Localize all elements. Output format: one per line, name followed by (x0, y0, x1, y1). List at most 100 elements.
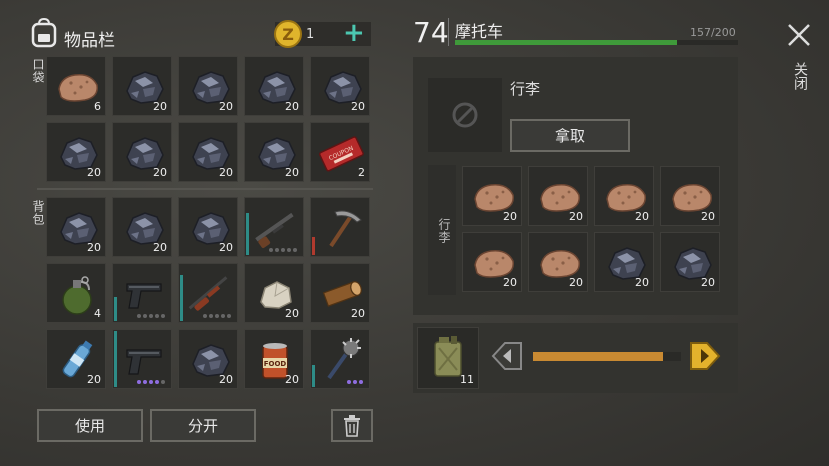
item-qty: 20 (569, 276, 583, 289)
quality-dots (137, 314, 165, 318)
durability-bar (246, 213, 249, 255)
inventory-title: 物品栏 (64, 31, 115, 51)
backpack-label: 背包 (31, 200, 45, 226)
quality-dots (347, 380, 363, 384)
add-coins-button[interactable]: + (343, 19, 365, 47)
shotgun-icon (255, 212, 294, 249)
backpack-slot[interactable] (112, 263, 172, 323)
pocket-slot[interactable]: 20 (112, 122, 172, 182)
item-qty: 2 (358, 166, 365, 179)
coin-count: 1 (306, 27, 315, 42)
backpack-icon (31, 18, 57, 48)
item-qty: 20 (153, 241, 167, 254)
pocket-slot[interactable]: 6 (46, 56, 106, 116)
item-qty: 20 (87, 166, 101, 179)
item-qty: 20 (569, 210, 583, 223)
backpack-slot[interactable] (310, 329, 370, 389)
spiked-club-icon (327, 338, 361, 380)
pocket-slot[interactable]: 20 (244, 122, 304, 182)
rifle-icon (188, 276, 228, 311)
split-button[interactable]: 分开 (150, 409, 256, 442)
backpack-slot[interactable]: 4 (46, 263, 106, 323)
header-separator (448, 18, 449, 46)
backpack-slot[interactable]: 20 (178, 197, 238, 257)
luggage-slot[interactable]: 20 (594, 232, 654, 292)
luggage-grid-label: 行李 (437, 218, 451, 244)
item-qty: 20 (87, 373, 101, 386)
backpack-slot[interactable]: FOOD 20 (244, 329, 304, 389)
backpack-slot[interactable]: 20 (112, 197, 172, 257)
backpack-slot[interactable] (310, 197, 370, 257)
fuel-slot[interactable]: 11 (417, 327, 479, 389)
take-button[interactable]: 拿取 (510, 119, 630, 152)
no-entry-icon (452, 102, 478, 128)
item-qty: 20 (351, 100, 365, 113)
durability-bar (180, 275, 183, 321)
chevron-left-icon (491, 342, 522, 370)
luggage-slot[interactable]: 20 (462, 166, 522, 226)
trash-button[interactable] (331, 409, 373, 442)
item-qty: 20 (219, 373, 233, 386)
backpack-slot[interactable]: 20 (178, 329, 238, 389)
item-qty: 20 (635, 210, 649, 223)
item-qty: 20 (285, 166, 299, 179)
quality-dots (137, 380, 165, 384)
backpack-slot[interactable]: 20 (244, 263, 304, 323)
backpack-slot[interactable] (244, 197, 304, 257)
luggage-slot[interactable]: 20 (660, 166, 720, 226)
pocket-slot[interactable]: 20 (178, 122, 238, 182)
quality-dots (203, 314, 231, 318)
item-qty: 20 (351, 307, 365, 320)
item-qty: 20 (87, 241, 101, 254)
item-qty: 20 (153, 100, 167, 113)
quality-dots (269, 248, 297, 252)
pocket-slot[interactable]: COUPON 2 (310, 122, 370, 182)
pickaxe-icon (329, 210, 362, 248)
capacity-text: 157/200 (690, 26, 736, 39)
pocket-slot[interactable]: 20 (244, 56, 304, 116)
capacity-bar-fill (455, 40, 678, 45)
luggage-slot[interactable]: 20 (528, 166, 588, 226)
item-qty: 4 (94, 307, 101, 320)
luggage-slot[interactable]: 20 (528, 232, 588, 292)
close-label[interactable]: 关闭 (790, 62, 810, 90)
luggage-slot[interactable]: 20 (462, 232, 522, 292)
coin-icon: Z (274, 20, 302, 48)
item-qty: 20 (219, 241, 233, 254)
item-qty: 20 (701, 210, 715, 223)
pocket-slot[interactable]: 20 (310, 56, 370, 116)
backpack-slot[interactable] (178, 263, 238, 323)
luggage-slot[interactable]: 20 (594, 166, 654, 226)
decrease-button[interactable] (491, 340, 523, 372)
pocket-slot[interactable]: 20 (112, 56, 172, 116)
item-qty: 20 (153, 166, 167, 179)
backpack-slot[interactable]: 20 (46, 197, 106, 257)
item-qty: 20 (219, 100, 233, 113)
pocket-label: 口袋 (31, 58, 45, 84)
backpack-slot[interactable]: 20 (310, 263, 370, 323)
pocket-slot[interactable]: 20 (178, 56, 238, 116)
item-qty: 20 (503, 210, 517, 223)
durability-bar (114, 331, 117, 387)
backpack-slot[interactable]: 20 (46, 329, 106, 389)
pistol-icon (126, 349, 162, 375)
vehicle-name: 摩托车 (455, 22, 504, 41)
increase-button[interactable] (689, 340, 721, 372)
item-qty: 20 (635, 276, 649, 289)
empty-slot (428, 78, 502, 152)
durability-bar (312, 237, 315, 255)
use-button[interactable]: 使用 (37, 409, 143, 442)
close-icon[interactable] (786, 22, 812, 48)
durability-bar (114, 297, 117, 321)
item-qty: 20 (219, 166, 233, 179)
item-qty: 20 (285, 100, 299, 113)
item-qty: 20 (285, 373, 299, 386)
pocket-slot[interactable]: 20 (46, 122, 106, 182)
trash-icon (344, 414, 360, 437)
fuel-qty: 11 (460, 373, 474, 386)
luggage-slot[interactable]: 20 (660, 232, 720, 292)
vehicle-level: 74 (413, 16, 449, 49)
backpack-slot[interactable] (112, 329, 172, 389)
item-qty: 6 (94, 100, 101, 113)
item-qty: 20 (701, 276, 715, 289)
